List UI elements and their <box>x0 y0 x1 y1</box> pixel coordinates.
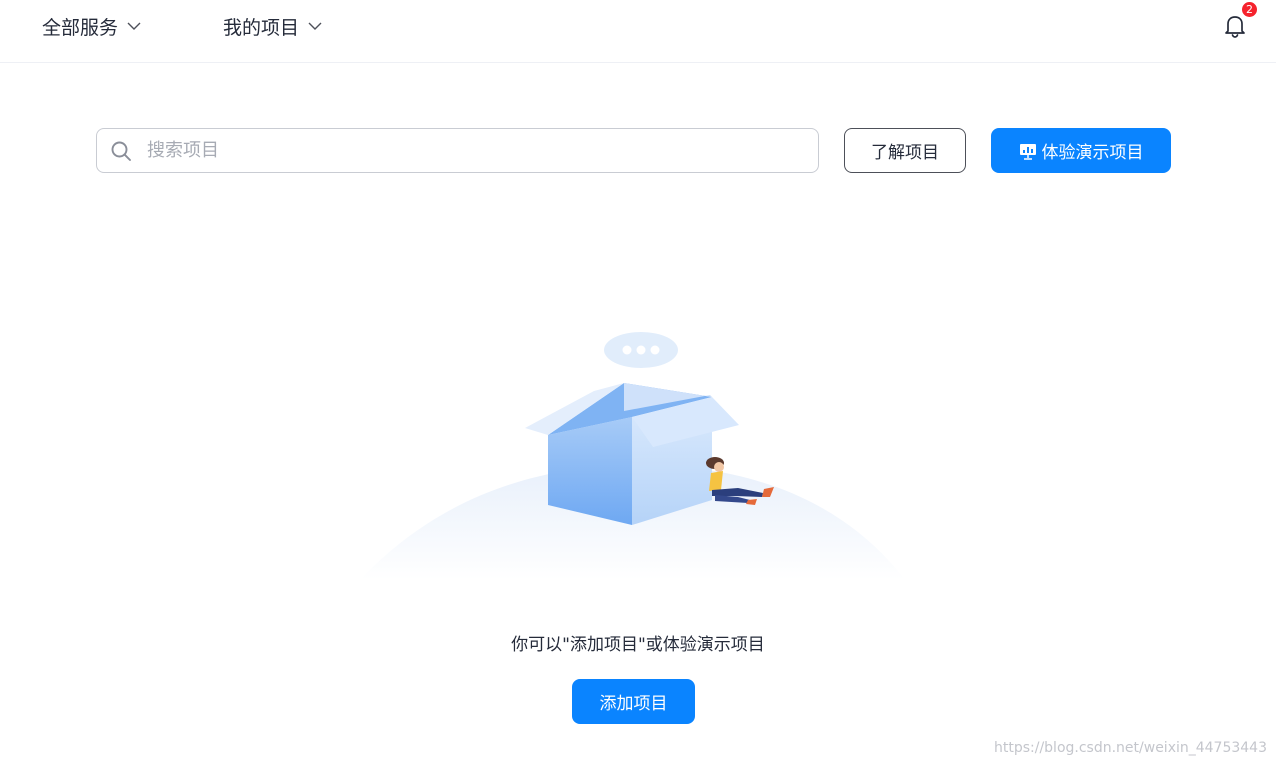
my-projects-menu[interactable]: 我的项目 <box>223 12 323 40</box>
search-icon <box>111 141 131 161</box>
demo-project-label: 体验演示项目 <box>1041 143 1144 163</box>
learn-project-button[interactable]: 了解项目 <box>844 128 966 173</box>
all-services-menu[interactable]: 全部服务 <box>42 12 142 40</box>
presentation-icon <box>1019 143 1036 160</box>
learn-project-label: 了解项目 <box>871 143 939 163</box>
project-search-box[interactable] <box>96 128 819 173</box>
chevron-down-icon <box>308 22 322 30</box>
all-services-label: 全部服务 <box>42 16 119 39</box>
top-navigation-bar: 全部服务 我的项目 2 <box>0 0 1276 63</box>
notification-count-badge: 2 <box>1242 2 1257 17</box>
chevron-down-icon <box>127 22 141 30</box>
empty-state-message: 你可以"添加项目"或体验演示项目 <box>511 635 765 655</box>
search-input[interactable] <box>147 130 787 171</box>
add-project-label: 添加项目 <box>599 694 668 714</box>
my-projects-label: 我的项目 <box>223 16 300 39</box>
notification-button[interactable]: 2 <box>1222 2 1257 40</box>
empty-box-illustration <box>360 332 905 580</box>
source-watermark: https://blog.csdn.net/weixin_44753443 <box>993 740 1267 756</box>
add-project-button[interactable]: 添加项目 <box>572 679 695 724</box>
demo-project-button[interactable]: 体验演示项目 <box>991 128 1171 173</box>
bell-icon <box>1225 16 1245 38</box>
